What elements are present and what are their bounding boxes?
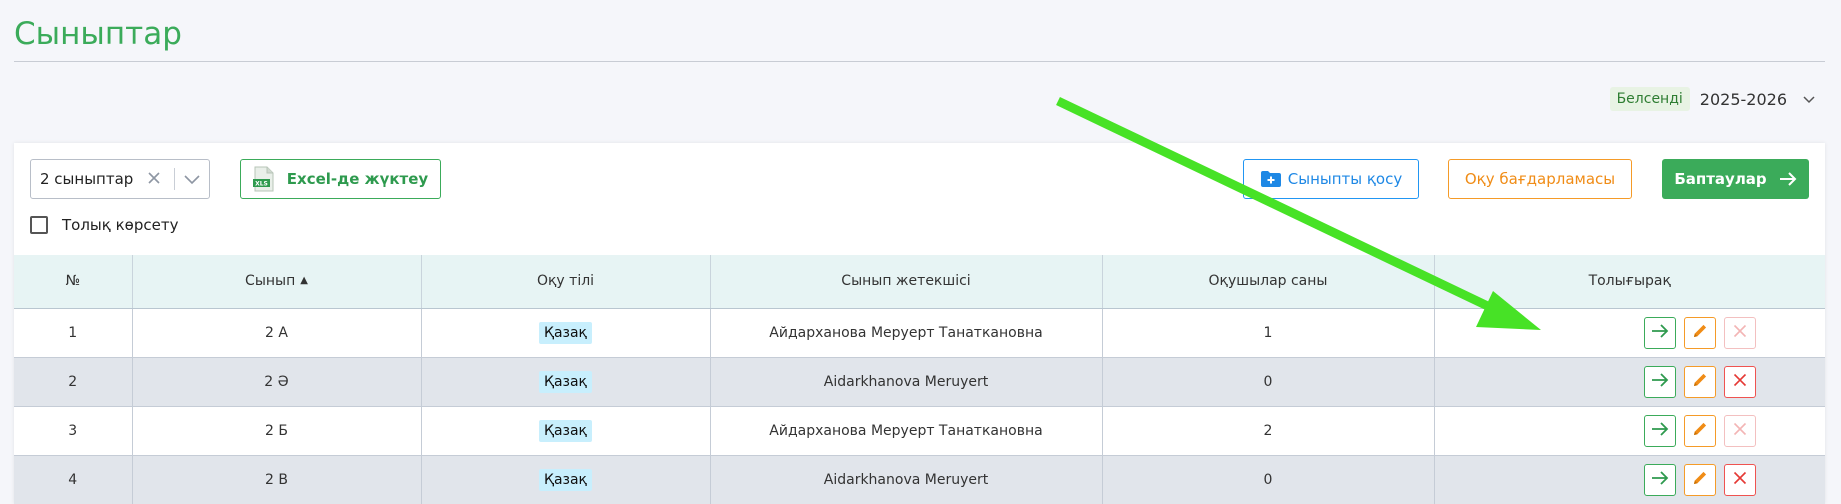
open-class-button[interactable]: [1643, 414, 1676, 447]
open-class-button[interactable]: [1643, 316, 1676, 349]
delete-class-button[interactable]: [1723, 365, 1756, 398]
academic-year-selector[interactable]: Белсенді 2025-2026: [1609, 85, 1815, 113]
delete-class-button: [1723, 414, 1756, 447]
table-row: 22 Ә Қазақ Aidarkhanova Meruyert 0: [14, 357, 1825, 407]
classes-page: Сыныптар Белсенді 2025-2026 2 сыныптар X…: [0, 0, 1841, 504]
study-program-button[interactable]: Оқу бағдарламасы: [1448, 159, 1632, 199]
class-group-select[interactable]: 2 сыныптар: [30, 159, 210, 199]
header-teacher: Сынып жетекшісі: [710, 255, 1103, 309]
edit-class-button[interactable]: [1683, 414, 1716, 447]
language-badge: Қазақ: [539, 468, 592, 491]
cell-students: 1: [1102, 308, 1435, 358]
close-icon[interactable]: [140, 169, 168, 190]
chevron-down-icon[interactable]: [181, 173, 203, 185]
study-program-label: Оқу бағдарламасы: [1464, 170, 1616, 188]
pencil-icon: [1691, 322, 1709, 344]
folder-plus-icon: [1260, 171, 1281, 187]
status-badge: Белсенді: [1609, 87, 1690, 111]
cell-teacher: Айдарханова Меруерт Танаткановна: [710, 308, 1103, 358]
add-class-label: Сыныпты қосу: [1287, 170, 1403, 188]
table-row: 12 А Қазақ Айдарханова Меруерт Танаткановн…: [14, 308, 1825, 358]
arrow-right-icon: [1779, 172, 1797, 186]
cell-students: 0: [1102, 455, 1435, 504]
edit-class-button[interactable]: [1683, 463, 1716, 496]
edit-class-button[interactable]: [1683, 365, 1716, 398]
xls-file-icon: XLS: [252, 166, 274, 192]
language-badge: Қазақ: [539, 419, 592, 442]
cell-actions: [1434, 357, 1825, 407]
close-icon: [1733, 471, 1747, 489]
delete-class-button: [1723, 316, 1756, 349]
header-class[interactable]: Сынып ▲: [132, 255, 422, 309]
table-row: 32 Б Қазақ Айдарханова Меруерт Танаткановн…: [14, 406, 1825, 456]
edit-class-button[interactable]: [1683, 316, 1716, 349]
delete-class-button[interactable]: [1723, 463, 1756, 496]
classes-card: 2 сыныптар XLS Excel-де жүктеу Сыныпты қ…: [14, 143, 1825, 504]
arrow-right-icon: [1651, 323, 1669, 343]
chevron-down-icon[interactable]: [1803, 93, 1815, 105]
cell-number: 4: [14, 455, 133, 504]
arrow-right-icon: [1651, 421, 1669, 441]
cell-teacher: Aidarkhanova Meruyert: [710, 455, 1103, 504]
cell-class: 2 Ә: [132, 357, 422, 407]
cell-language: Қазақ: [421, 308, 711, 358]
pencil-icon: [1691, 371, 1709, 393]
cell-teacher: Айдарханова Меруерт Танаткановна: [710, 406, 1103, 456]
language-badge: Қазақ: [539, 370, 592, 393]
excel-download-button[interactable]: XLS Excel-де жүктеу: [240, 159, 441, 199]
close-icon: [1733, 324, 1747, 342]
cell-language: Қазақ: [421, 357, 711, 407]
settings-label: Баптаулар: [1674, 170, 1767, 188]
arrow-right-icon: [1651, 470, 1669, 490]
open-class-button[interactable]: [1643, 463, 1676, 496]
full-show-toggle[interactable]: Толық көрсету: [30, 216, 178, 234]
excel-download-label: Excel-де жүктеу: [286, 170, 429, 188]
cell-number: 2: [14, 357, 133, 407]
svg-text:XLS: XLS: [255, 181, 268, 188]
header-language: Оқу тілі: [421, 255, 711, 309]
title-divider: [14, 61, 1825, 62]
close-icon: [1733, 373, 1747, 391]
close-icon: [1733, 422, 1747, 440]
cell-teacher: Aidarkhanova Meruyert: [710, 357, 1103, 407]
cell-class: 2 В: [132, 455, 422, 504]
header-details: Толығырақ: [1434, 255, 1825, 309]
table-row: 42 В Қазақ Aidarkhanova Meruyert 0: [14, 455, 1825, 504]
arrow-right-icon: [1651, 372, 1669, 392]
header-class-label: Сынып: [245, 273, 296, 290]
sort-up-icon[interactable]: ▲: [300, 275, 308, 286]
cell-class: 2 А: [132, 308, 422, 358]
cell-actions: [1434, 455, 1825, 504]
full-show-checkbox[interactable]: [30, 216, 48, 234]
full-show-label: Толық көрсету: [62, 216, 179, 234]
classes-table: № Сынып ▲ Оқу тілі Сынып жетекшісі Оқушыл…: [14, 255, 1825, 504]
pencil-icon: [1691, 469, 1709, 491]
add-class-button[interactable]: Сыныпты қосу: [1243, 159, 1419, 199]
cell-students: 2: [1102, 406, 1435, 456]
header-number: №: [14, 255, 133, 309]
academic-year-value: 2025-2026: [1699, 89, 1787, 109]
settings-button[interactable]: Баптаулар: [1662, 159, 1809, 199]
page-title: Сыныптар: [14, 16, 182, 52]
cell-language: Қазақ: [421, 455, 711, 504]
language-badge: Қазақ: [539, 321, 592, 344]
cell-number: 1: [14, 308, 133, 358]
open-class-button[interactable]: [1643, 365, 1676, 398]
table-header-row: № Сынып ▲ Оқу тілі Сынып жетекшісі Оқушыл…: [14, 255, 1825, 309]
cell-actions: [1434, 406, 1825, 456]
cell-class: 2 Б: [132, 406, 422, 456]
cell-number: 3: [14, 406, 133, 456]
cell-actions: [1434, 308, 1825, 358]
pencil-icon: [1691, 420, 1709, 442]
class-group-select-value: 2 сыныптар: [40, 170, 134, 188]
header-students: Оқушылар саны: [1102, 255, 1435, 309]
select-divider: [174, 168, 175, 190]
cell-students: 0: [1102, 357, 1435, 407]
cell-language: Қазақ: [421, 406, 711, 456]
